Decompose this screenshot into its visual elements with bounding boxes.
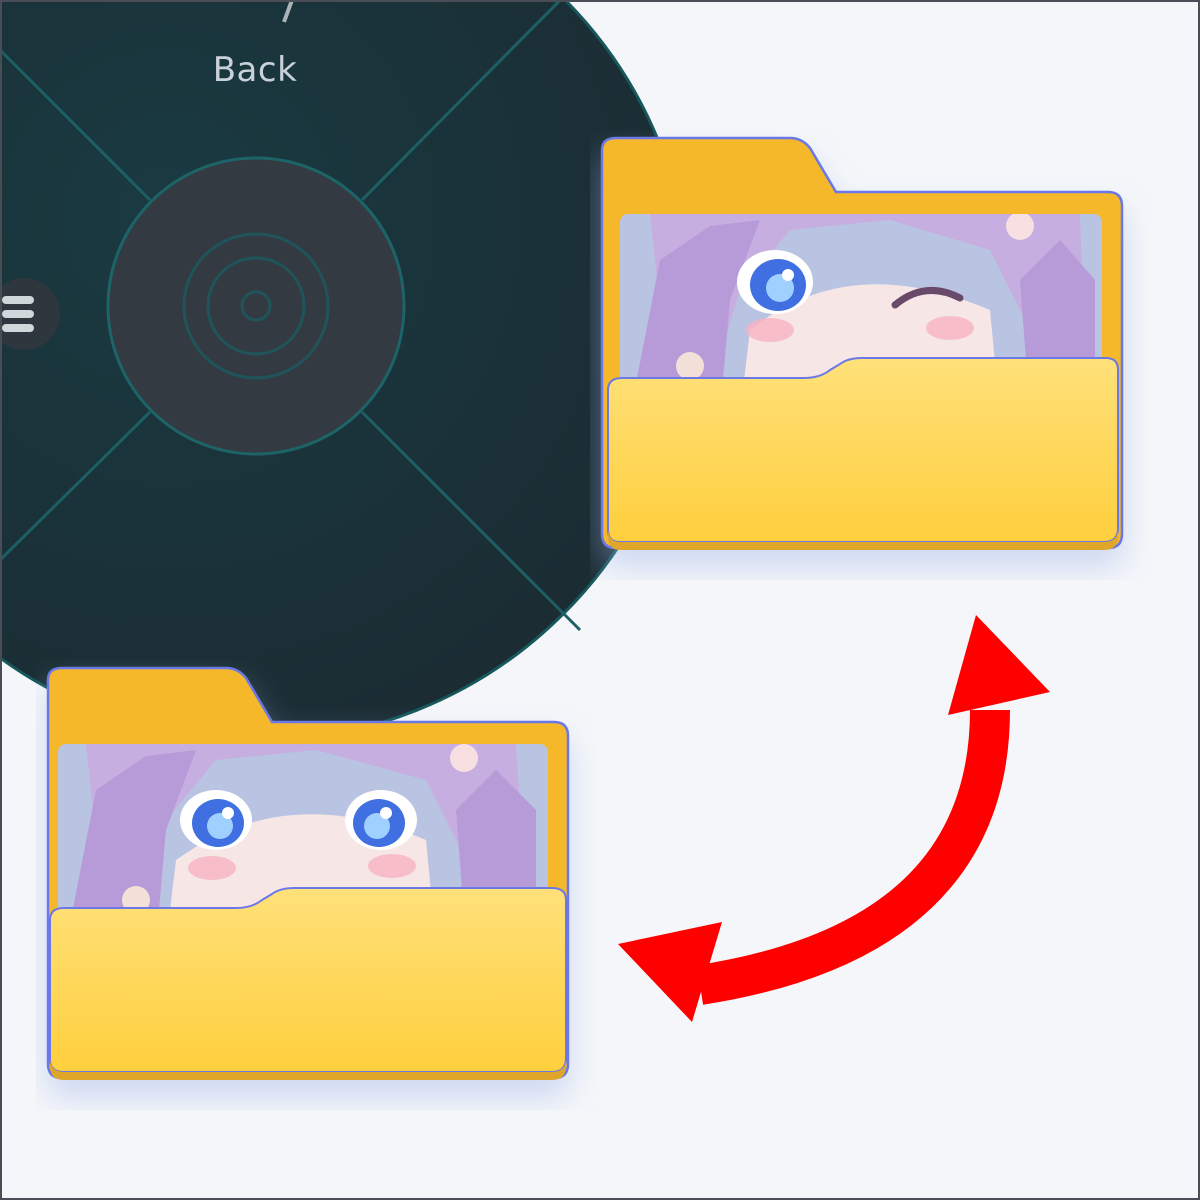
back-label[interactable]: Back [190, 50, 320, 90]
folder-open-eyes[interactable] [36, 660, 596, 1110]
double-headed-curved-arrow-icon [618, 615, 1050, 1022]
folder-winking[interactable] [590, 130, 1150, 580]
folder-front-flap [607, 357, 1119, 543]
folder-front-flap [49, 887, 567, 1073]
radial-center-button[interactable] [106, 156, 406, 456]
